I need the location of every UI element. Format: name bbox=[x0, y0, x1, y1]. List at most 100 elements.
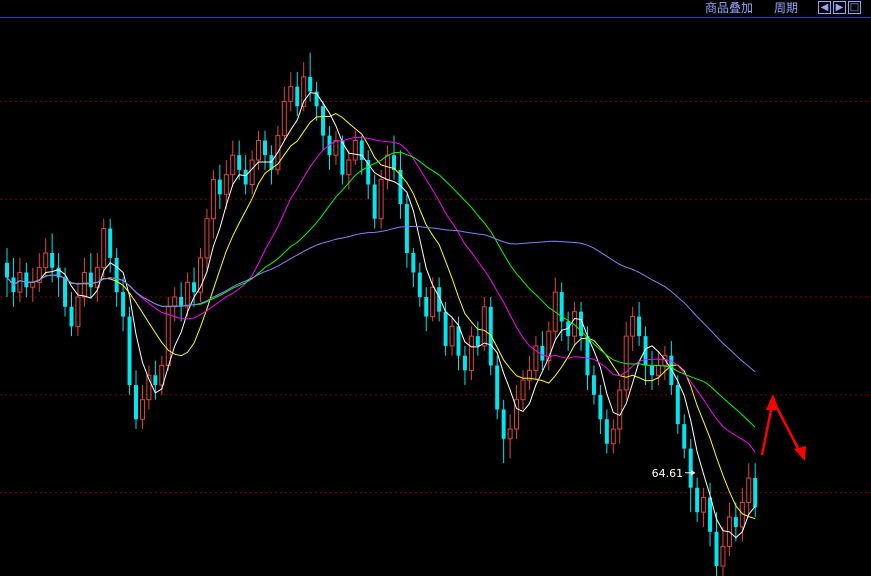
candle-body bbox=[520, 379, 526, 401]
ma-line-60 bbox=[6, 225, 756, 373]
ma-line-5 bbox=[6, 92, 756, 539]
candle-body bbox=[488, 306, 493, 366]
candle-body bbox=[495, 365, 500, 410]
candle-body bbox=[101, 228, 107, 269]
candle-body bbox=[417, 272, 422, 297]
candle-body bbox=[192, 282, 197, 293]
arrow-left-icon[interactable]: ◀ bbox=[818, 1, 831, 14]
low-pointer-head bbox=[691, 469, 696, 476]
candle-body bbox=[650, 365, 654, 376]
candle-body bbox=[139, 399, 145, 420]
chart-toolbar: 商品叠加 周期 ◀ ▶ □ bbox=[0, 0, 871, 18]
candle-body bbox=[94, 267, 100, 288]
candle-body bbox=[243, 169, 248, 185]
candle-body bbox=[172, 296, 178, 308]
candle-body bbox=[114, 257, 119, 293]
candle-body bbox=[50, 252, 55, 268]
candle-body bbox=[675, 385, 680, 425]
candle-body bbox=[585, 336, 590, 376]
candle-body bbox=[249, 159, 255, 186]
candle-body bbox=[449, 325, 455, 347]
candle-body bbox=[753, 477, 758, 508]
candle-body bbox=[708, 497, 713, 532]
candle-body bbox=[714, 531, 719, 566]
candle-body bbox=[256, 139, 262, 161]
candle-body bbox=[30, 281, 36, 288]
candle-body bbox=[108, 228, 113, 258]
candle-body bbox=[443, 311, 448, 346]
candle-body bbox=[165, 306, 171, 366]
candle-body bbox=[591, 375, 596, 395]
candle-body bbox=[288, 86, 294, 102]
candle-body bbox=[604, 419, 609, 444]
candle-body bbox=[701, 497, 707, 513]
candle-body bbox=[540, 345, 545, 361]
forecast-up-head bbox=[766, 394, 779, 410]
candle-body bbox=[17, 272, 23, 293]
candle-body bbox=[263, 140, 267, 156]
candlestick-chart: 64.61 bbox=[0, 52, 871, 576]
candle-body bbox=[333, 139, 339, 156]
candle-body bbox=[746, 477, 752, 503]
candle-body bbox=[475, 336, 480, 346]
candle-body bbox=[655, 364, 661, 376]
candle-body bbox=[63, 277, 68, 307]
moving-averages bbox=[6, 92, 756, 539]
candle-body bbox=[430, 286, 436, 318]
candle-body bbox=[404, 204, 409, 253]
candle-body bbox=[682, 424, 687, 449]
forecast-down-head bbox=[794, 446, 806, 461]
candle-body bbox=[24, 272, 29, 288]
candle-body bbox=[352, 139, 358, 161]
candle-body bbox=[617, 389, 623, 430]
arrow-right-icon[interactable]: ▶ bbox=[833, 1, 846, 14]
candle-body bbox=[204, 218, 210, 259]
candle-body bbox=[456, 326, 461, 356]
candle-body bbox=[630, 316, 636, 337]
candle-body bbox=[372, 184, 377, 219]
candle-body bbox=[688, 448, 693, 488]
candle-body bbox=[468, 335, 474, 371]
candle-body bbox=[223, 174, 229, 195]
candles bbox=[5, 52, 758, 576]
candle-body bbox=[378, 179, 384, 220]
candle-body bbox=[179, 297, 184, 307]
annotations: 64.61 bbox=[652, 467, 696, 480]
candle-body bbox=[637, 316, 642, 337]
candle-body bbox=[308, 76, 313, 92]
candle-body bbox=[185, 281, 191, 308]
candle-body bbox=[5, 262, 9, 278]
candle-body bbox=[75, 296, 81, 327]
candle-body bbox=[733, 517, 738, 527]
expand-icon[interactable]: □ bbox=[848, 1, 861, 14]
price-grid bbox=[0, 100, 871, 494]
candle-body bbox=[424, 297, 429, 317]
candle-body bbox=[81, 272, 87, 298]
period-button[interactable]: 周期 bbox=[774, 0, 798, 16]
candle-body bbox=[230, 154, 236, 176]
candle-body bbox=[295, 86, 300, 107]
candle-body bbox=[43, 252, 49, 269]
candle-body bbox=[237, 155, 242, 170]
candle-body bbox=[481, 306, 487, 347]
candle-body bbox=[134, 385, 138, 420]
candle-body bbox=[88, 272, 93, 288]
candle-body bbox=[281, 100, 287, 137]
nav-buttons: ◀ ▶ □ bbox=[818, 1, 861, 14]
candle-body bbox=[217, 179, 222, 195]
candle-body bbox=[598, 394, 603, 420]
candle-body bbox=[462, 355, 467, 371]
candle-body bbox=[501, 409, 506, 439]
candle-body bbox=[121, 292, 126, 317]
low-price-label: 64.61 bbox=[652, 467, 684, 480]
candle-body bbox=[127, 316, 132, 386]
candle-body bbox=[346, 159, 352, 176]
candle-body bbox=[321, 106, 326, 136]
candle-body bbox=[720, 545, 726, 567]
candle-body bbox=[159, 364, 165, 386]
forecast-arrow bbox=[760, 394, 806, 461]
candle-body bbox=[610, 428, 616, 445]
overlay-button[interactable]: 商品叠加 bbox=[705, 0, 753, 16]
candle-body bbox=[69, 306, 74, 327]
candle-body bbox=[210, 179, 216, 220]
